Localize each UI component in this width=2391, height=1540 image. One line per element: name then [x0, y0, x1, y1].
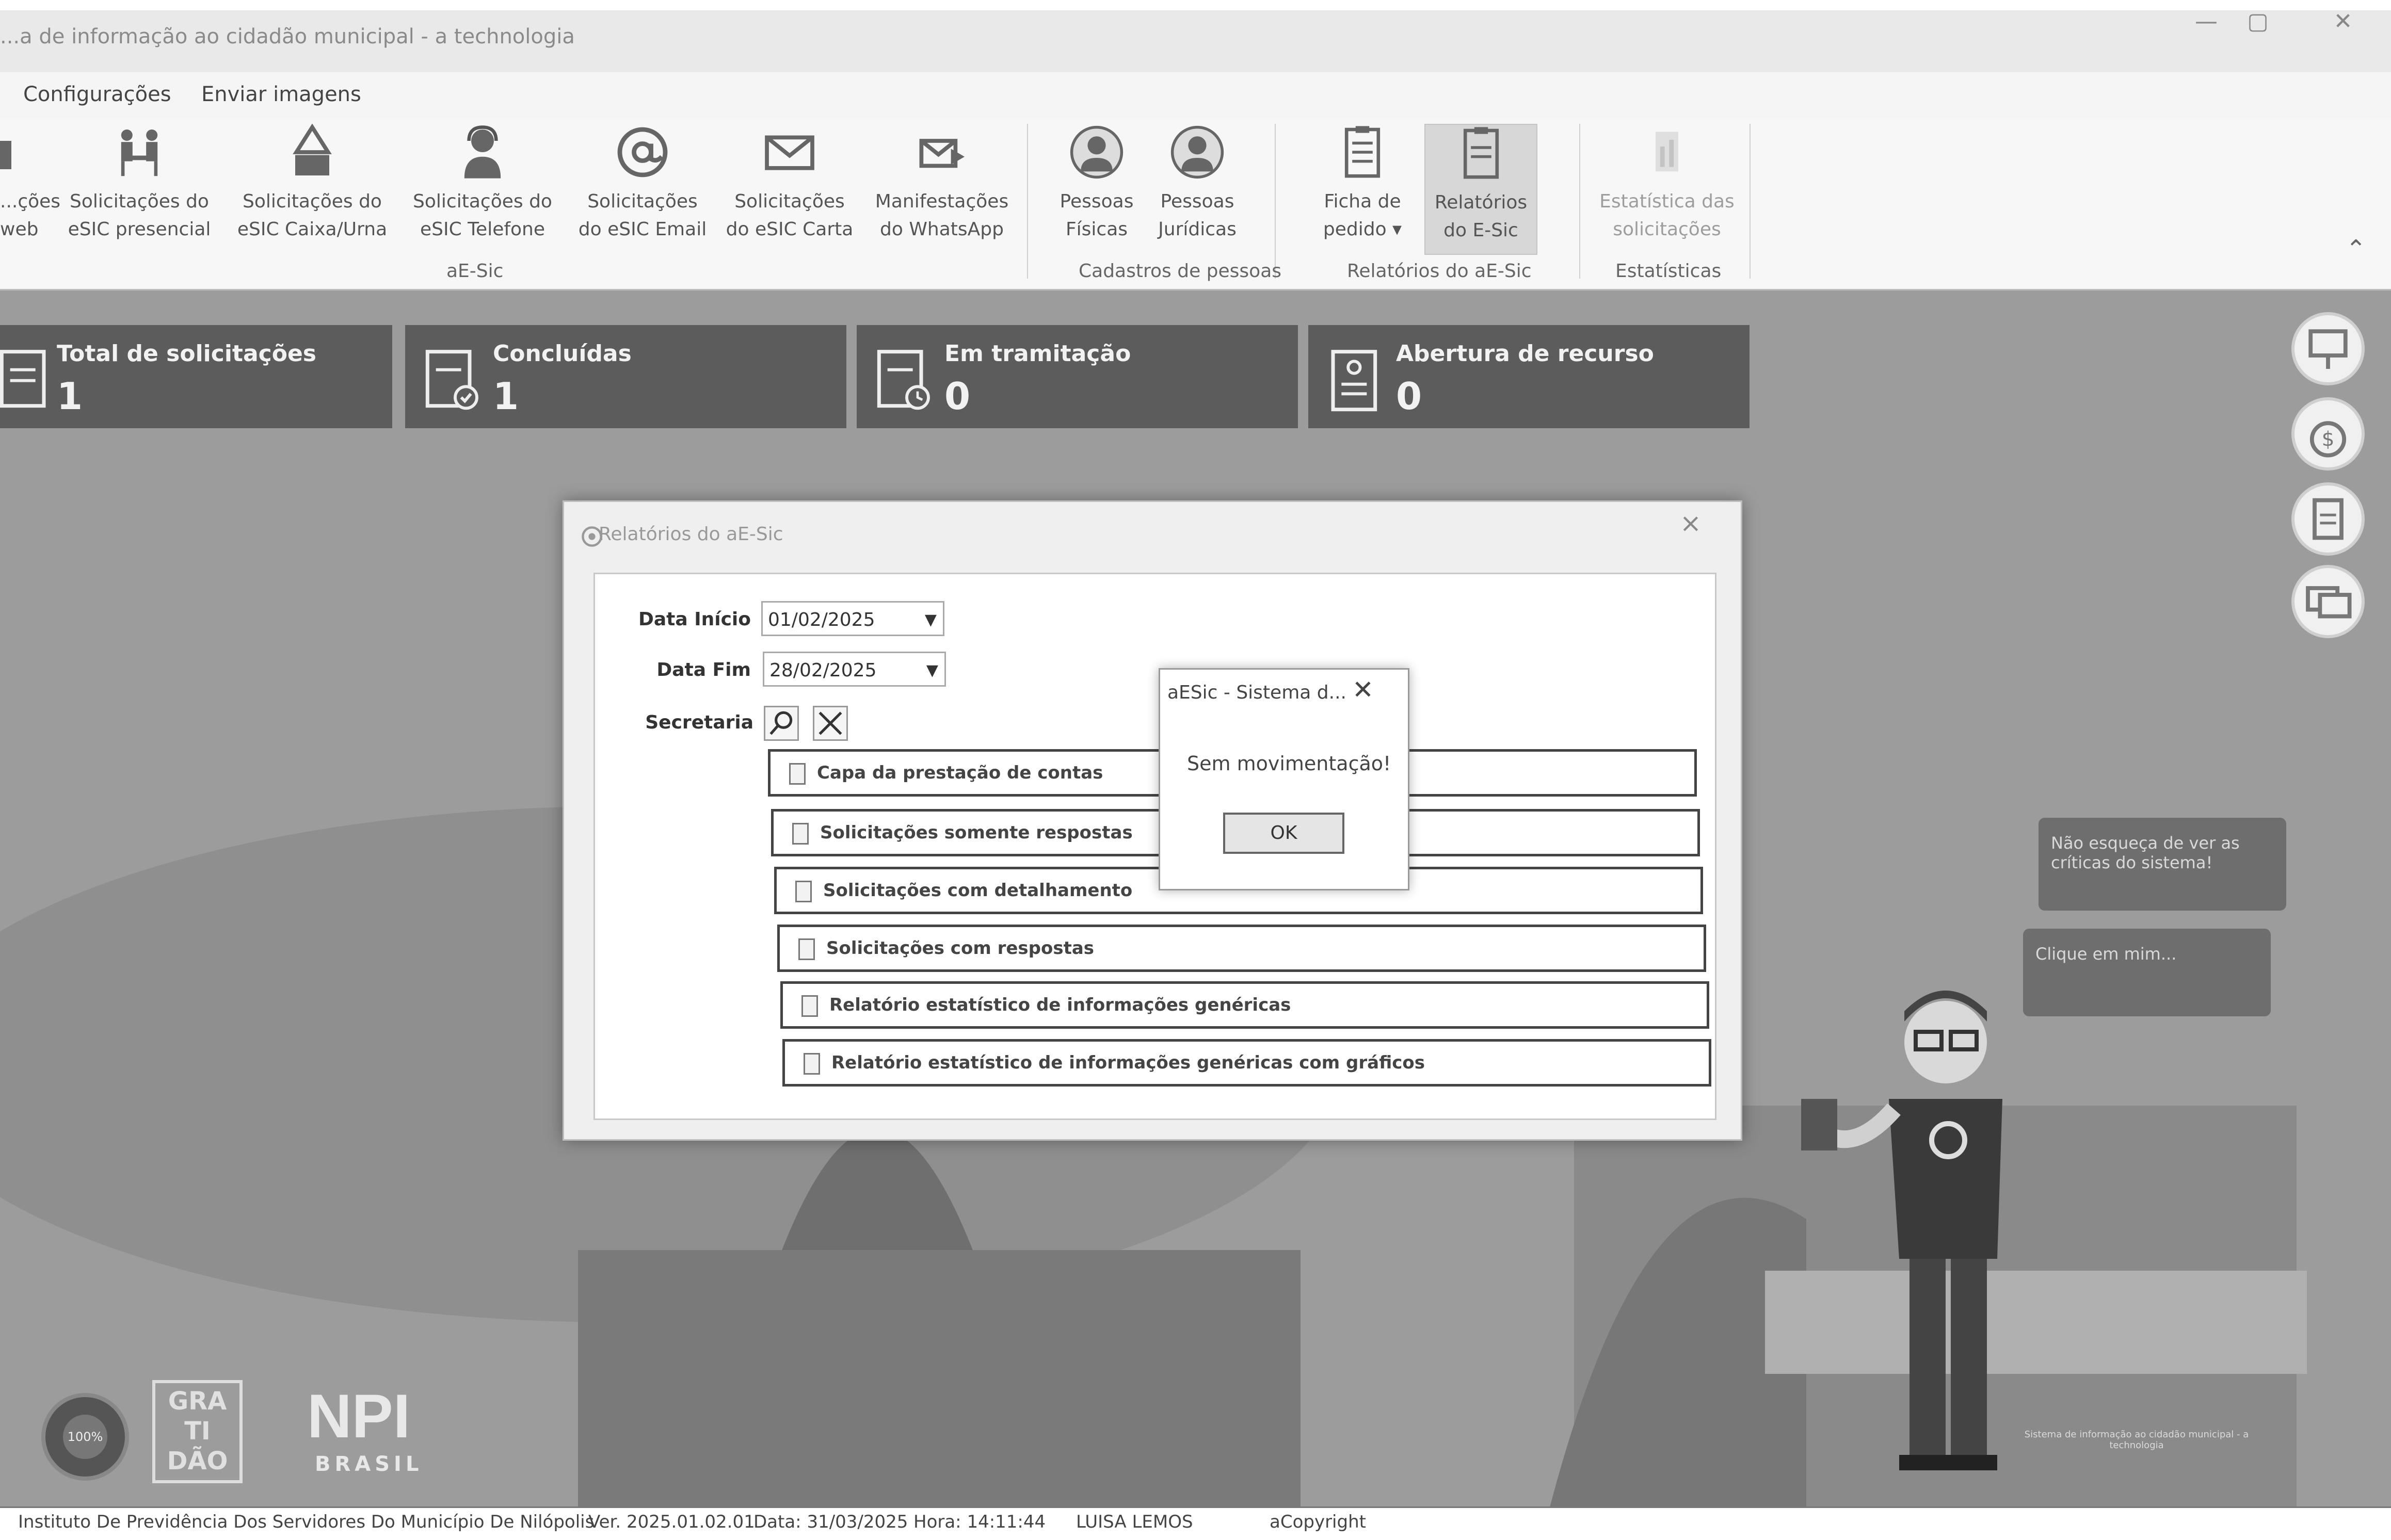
tile-abertura-recurso[interactable]: Abertura de recurso 0 — [1308, 325, 1750, 428]
chevron-down-icon[interactable]: ▼ — [925, 603, 937, 638]
tile-concluidas[interactable]: Concluídas 1 — [405, 325, 846, 428]
document-icon — [2313, 498, 2344, 540]
ribbon-solicitacoes-carta-button[interactable]: Solicitações do eSIC Carta — [723, 124, 857, 253]
status-time: Hora: 14:11:44 — [913, 1512, 1046, 1532]
secretaria-clear-button[interactable] — [813, 706, 848, 741]
company-person-icon — [1170, 125, 1224, 179]
status-version: Ver. 2025.01.02.01 — [588, 1512, 755, 1532]
document-appeal-icon — [1331, 350, 1377, 412]
money-bag-icon: $ — [2309, 421, 2347, 458]
report-document-icon — [804, 1052, 820, 1075]
data-inicio-label: Data Início — [638, 609, 751, 630]
status-date: Data: 31/03/2025 — [753, 1512, 908, 1532]
status-copyright: aCopyright — [1270, 1512, 1366, 1532]
statistics-icon — [1656, 132, 1678, 172]
data-inicio-field[interactable]: 01/02/2025 ▼ — [761, 601, 944, 636]
reports-dialog-close-button[interactable]: × — [1680, 508, 1702, 538]
seal-logo: 100% — [41, 1393, 129, 1481]
tile-total-solicitacoes[interactable]: Total de solicitações 1 — [0, 325, 392, 428]
ribbon-separator — [1579, 124, 1580, 279]
search-icon — [769, 711, 793, 735]
ribbon-manifestacoes-whatsapp-button[interactable]: Manifestações do WhatsApp — [867, 124, 1017, 253]
report-document-icon — [801, 995, 818, 1017]
message-box-close-button[interactable]: ✕ — [1352, 675, 1374, 705]
ribbon-separator — [1750, 124, 1751, 279]
secretaria-label: Secretaria — [645, 712, 753, 733]
message-box-text: Sem movimentação! — [1187, 752, 1391, 775]
ribbon-group-estatisticas: Estatísticas — [1615, 261, 1722, 282]
people-meeting-icon — [121, 129, 158, 176]
npi-logo-subtitle: BRASIL — [315, 1452, 423, 1476]
report-document-icon — [1463, 127, 1499, 179]
document-check-icon — [425, 350, 478, 410]
report-estatistico-button[interactable]: Relatório estatístico de informações gen… — [780, 981, 1709, 1029]
menu-enviar-imagens[interactable]: Enviar imagens — [201, 83, 361, 106]
at-sign-icon — [617, 127, 668, 177]
web-requests-icon — [0, 141, 11, 169]
ribbon-solicitacoes-presencial-button[interactable]: Solicitações do eSIC presencial — [57, 124, 222, 253]
ribbon-solicitacoes-email-button[interactable]: Solicitações do eSIC Email — [570, 124, 715, 253]
document-icon — [0, 350, 46, 408]
data-fim-field[interactable]: 28/02/2025 ▼ — [763, 652, 946, 687]
menu-configuracoes[interactable]: Configurações — [23, 83, 171, 106]
ribbon-separator — [1275, 124, 1276, 279]
clear-x-icon — [819, 711, 842, 735]
presentation-button[interactable] — [2291, 312, 2365, 385]
envelope-icon — [765, 135, 814, 170]
tile-em-tramitacao[interactable]: Em tramitação 0 — [857, 325, 1298, 428]
window-title: ...a de informação ao cidadão municipal … — [0, 25, 575, 48]
person-icon — [1070, 125, 1124, 179]
svg-text:$: $ — [2322, 428, 2335, 451]
gratidao-logo: GRA TI DÃO — [152, 1380, 243, 1483]
tip-bubble: Não esqueça de ver as críticas do sistem… — [2039, 818, 2286, 911]
report-document-icon — [798, 938, 815, 960]
npi-logo: NPI — [307, 1382, 411, 1451]
mascot-character[interactable] — [1796, 970, 2054, 1491]
document-clock-icon — [877, 350, 930, 410]
ribbon-solicitacoes-caixa-button[interactable]: Solicitações do eSIC Caixa/Urna — [232, 124, 392, 253]
money-bag-button[interactable]: $ — [2291, 397, 2365, 471]
whatsapp-message-icon — [919, 139, 965, 168]
telephone-operator-icon — [464, 125, 501, 179]
ribbon-relatorios-esic-button[interactable]: Relatórios do E-Sic — [1424, 124, 1537, 255]
system-caption: Sistema de informação ao cidadão municip… — [2024, 1429, 2249, 1451]
minimize-button[interactable]: — — [2186, 8, 2227, 35]
click-me-bubble[interactable]: Clique em mim... — [2023, 929, 2271, 1016]
ribbon-separator — [1027, 124, 1028, 279]
monitors-icon — [2306, 586, 2352, 619]
secretaria-search-button[interactable] — [764, 706, 799, 741]
report-document-icon — [792, 822, 809, 845]
ribbon-group-cadastros: Cadastros de pessoas — [1079, 261, 1282, 282]
document-button[interactable] — [2291, 482, 2365, 556]
reports-dialog-title: Relatórios do aE-Sic — [599, 524, 783, 545]
status-institution: Instituto De Previdência Dos Servidores … — [18, 1512, 595, 1532]
ribbon-group-relatorios: Relatórios do aE-Sic — [1347, 261, 1532, 282]
monitor-button[interactable] — [2291, 565, 2365, 638]
ribbon-ficha-pedido-button[interactable]: Ficha de pedido ▾ — [1311, 124, 1414, 253]
report-document-icon — [789, 763, 806, 785]
report-com-respostas-button[interactable]: Solicitações com respostas — [777, 925, 1706, 972]
request-form-icon — [1344, 126, 1381, 178]
message-box-title: aESic - Sistema d... — [1167, 682, 1346, 703]
ribbon-estatistica-button[interactable]: Estatística das solicitações — [1595, 124, 1739, 253]
data-fim-label: Data Fim — [656, 659, 751, 680]
ribbon-pessoas-fisicas-button[interactable]: Pessoas Físicas — [1048, 124, 1146, 253]
ribbon-solicitacoes-telefone-button[interactable]: Solicitações do eSIC Telefone — [400, 124, 565, 253]
status-user: LUISA LEMOS — [1076, 1512, 1193, 1532]
maximize-button[interactable]: ▢ — [2237, 8, 2278, 35]
report-estatistico-graficos-button[interactable]: Relatório estatístico de informações gen… — [782, 1039, 1711, 1087]
ribbon-solicitacoes-web-button[interactable]: ...ções web — [0, 124, 60, 253]
presentation-board-icon — [2308, 329, 2348, 369]
report-document-icon — [795, 880, 812, 902]
ok-button[interactable]: OK — [1223, 813, 1344, 854]
ribbon-group-aesic: aE-Sic — [446, 261, 504, 282]
chevron-down-icon[interactable]: ▼ — [926, 653, 938, 688]
ballot-box-icon — [293, 124, 332, 176]
ribbon-pessoas-juridicas-button[interactable]: Pessoas Jurídicas — [1148, 124, 1246, 253]
collapse-ribbon-icon[interactable]: ⌃ — [2346, 235, 2366, 264]
close-window-button[interactable]: ✕ — [2322, 8, 2364, 35]
